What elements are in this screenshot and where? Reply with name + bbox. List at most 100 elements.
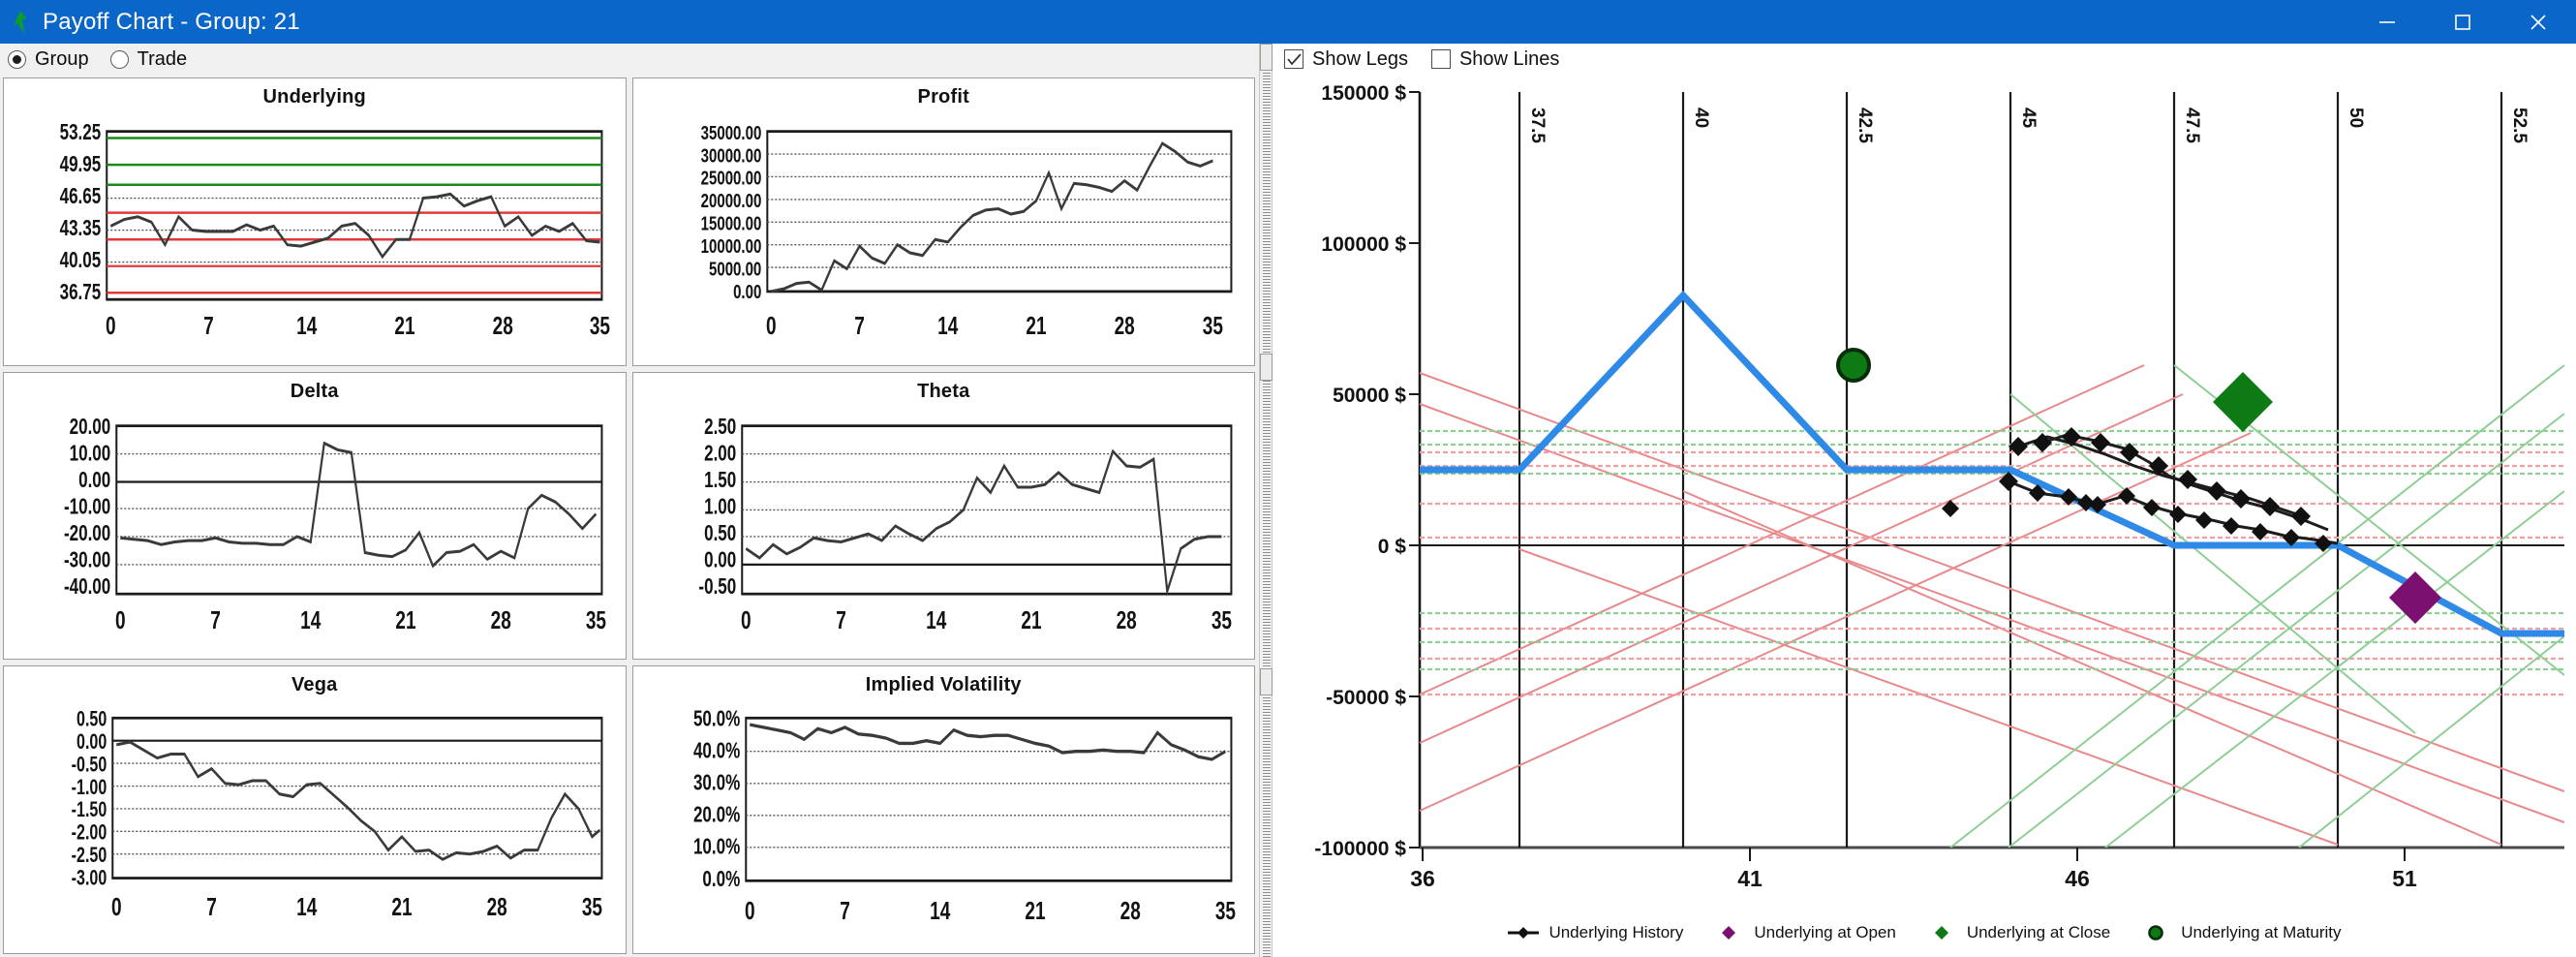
splitter-grip[interactable] (1263, 44, 1271, 957)
line-with-diamond-icon (1507, 923, 1540, 942)
pane-splitter[interactable] (1259, 44, 1273, 957)
svg-text:-30.00: -30.00 (64, 547, 110, 572)
svg-text:14: 14 (926, 605, 946, 634)
svg-text:-40.00: -40.00 (64, 573, 110, 599)
checkbox-show-lines[interactable]: Show Lines (1430, 47, 1560, 71)
panel-underlying-plot: 53.25 49.95 46.65 43.35 40.05 36.75 0 7 … (4, 111, 626, 365)
minimize-button[interactable] (2349, 0, 2425, 44)
svg-text:0: 0 (106, 311, 116, 340)
svg-text:10.00: 10.00 (70, 441, 111, 466)
show-legs-checkbox-box[interactable] (1284, 49, 1303, 69)
svg-text:35: 35 (1214, 897, 1235, 926)
svg-text:7: 7 (840, 897, 850, 926)
radio-trade-indicator[interactable] (109, 49, 129, 69)
svg-text:7: 7 (203, 311, 214, 340)
payoff-pane: Show Legs Show Lines 150000 $ 100000 $ 5… (1273, 44, 2576, 957)
panel-profit-plot: 35000.00 30000.00 25000.00 20000.00 15000.0… (633, 111, 1255, 365)
legend-label-underlying-at-maturity: Underlying at Maturity (2181, 923, 2342, 942)
svg-text:46: 46 (2065, 866, 2090, 891)
panel-delta-title: Delta (290, 380, 339, 402)
radio-group-indicator[interactable] (8, 49, 26, 69)
svg-text:7: 7 (206, 892, 217, 921)
svg-text:25000.00: 25000.00 (700, 167, 761, 189)
radio-trade-label: Trade (137, 47, 188, 70)
window-controls (2349, 0, 2576, 44)
panel-vega: Vega 0.50 0.00 -0.50 -1.00 -1.50 -2.00 -2.50… (3, 665, 627, 954)
svg-text:28: 28 (493, 311, 513, 340)
close-button[interactable] (2500, 0, 2576, 44)
panel-profit: Profit 35000.00 30000.00 25000.00 20000.00… (631, 77, 1255, 366)
show-lines-checkbox-box[interactable] (1430, 49, 1451, 69)
window-title: Payoff Chart - Group: 21 (43, 8, 300, 35)
checkbox-show-legs[interactable]: Show Legs (1284, 48, 1408, 71)
panel-implied-volatility-title: Implied Volatility (865, 674, 1022, 696)
svg-text:5000.00: 5000.00 (709, 258, 761, 280)
svg-text:50: 50 (2346, 108, 2366, 128)
svg-text:28: 28 (487, 892, 507, 921)
svg-text:21: 21 (1021, 605, 1041, 634)
svg-text:35: 35 (1202, 311, 1222, 340)
svg-text:15000.00: 15000.00 (700, 212, 761, 234)
svg-text:150000 $: 150000 $ (1321, 82, 1406, 105)
svg-text:30.0%: 30.0% (692, 770, 739, 795)
svg-text:100000 $: 100000 $ (1321, 233, 1406, 256)
svg-text:36.75: 36.75 (60, 280, 102, 305)
svg-text:28: 28 (1119, 897, 1140, 926)
circle-icon (2139, 923, 2172, 942)
panel-delta-plot: 20.00 10.00 0.00 -10.00 -20.00 -30.00 -40.00… (4, 406, 626, 660)
svg-text:0.00: 0.00 (704, 547, 736, 572)
show-lines-label: Show Lines (1458, 47, 1560, 70)
svg-text:21: 21 (1025, 897, 1045, 926)
radio-trade[interactable]: Trade (109, 47, 188, 71)
svg-text:20.0%: 20.0% (692, 802, 739, 827)
svg-text:7: 7 (210, 605, 221, 634)
svg-text:53.25: 53.25 (60, 119, 102, 144)
splitter-tab-bottom[interactable] (1260, 668, 1273, 695)
svg-text:0 $: 0 $ (1378, 536, 1407, 558)
svg-text:-10.00: -10.00 (64, 494, 110, 519)
panel-implied-volatility-plot: 50.0% 40.0% 30.0% 20.0% 10.0% 0.0% 0 7 14 21 28… (633, 699, 1255, 953)
svg-text:28: 28 (491, 605, 511, 634)
panel-theta: Theta 2.50 2.00 1.50 1.00 0.50 0.00 -0.50 (631, 371, 1255, 661)
maximize-button[interactable] (2425, 0, 2500, 44)
payoff-legend: Underlying History Underlying at Open Un… (1273, 916, 2576, 949)
svg-text:35: 35 (582, 892, 602, 921)
radio-group[interactable]: Group (8, 48, 89, 71)
svg-text:14: 14 (937, 311, 958, 340)
marker-underlying-at-close (2213, 372, 2273, 432)
svg-text:52.5: 52.5 (2509, 108, 2530, 143)
svg-text:20.00: 20.00 (70, 414, 111, 439)
svg-text:51: 51 (2392, 866, 2417, 891)
panel-profit-title: Profit (917, 86, 969, 108)
svg-text:21: 21 (394, 311, 414, 340)
panel-theta-plot: 2.50 2.00 1.50 1.00 0.50 0.00 -0.50 0 7 14 21 2… (633, 406, 1255, 660)
splitter-tab-top[interactable] (1260, 44, 1273, 71)
svg-text:21: 21 (391, 892, 412, 921)
svg-text:0.00: 0.00 (78, 467, 110, 492)
svg-text:47.5: 47.5 (2182, 108, 2202, 143)
payoff-plot[interactable]: 150000 $ 100000 $ 50000 $ 0 $ -50000 $ -… (1273, 75, 2576, 922)
show-legs-label: Show Legs (1312, 47, 1408, 70)
svg-text:21: 21 (395, 605, 415, 634)
svg-text:21: 21 (1026, 311, 1046, 340)
svg-text:50.0%: 50.0% (692, 706, 739, 731)
legend-item-underlying-at-open: Underlying at Open (1712, 923, 1896, 942)
svg-text:0: 0 (111, 892, 122, 921)
greeks-panel-grid: Underlying 53.25 49.95 46.65 43.35 40.05 36.… (0, 75, 1259, 957)
panel-underlying: Underlying 53.25 49.95 46.65 43.35 40.05 36.… (3, 77, 627, 366)
svg-text:0: 0 (766, 311, 777, 340)
svg-text:1.50: 1.50 (704, 467, 736, 492)
svg-text:30000.00: 30000.00 (700, 144, 761, 167)
panel-delta: Delta 20.00 10.00 0.00 -10.00 -20.00 -30.00 … (3, 371, 627, 661)
svg-text:45: 45 (2018, 108, 2039, 129)
mode-toolstrip: Group Trade (0, 44, 1259, 75)
marker-underlying-at-maturity (1836, 348, 1871, 383)
splitter-tab-mid[interactable] (1260, 354, 1273, 381)
payoff-options-toolbar: Show Legs Show Lines (1273, 44, 2576, 75)
svg-text:0.50: 0.50 (704, 520, 736, 545)
svg-text:0.00: 0.00 (733, 281, 761, 303)
svg-text:7: 7 (854, 311, 865, 340)
title-bar[interactable]: Payoff Chart - Group: 21 (0, 0, 2576, 44)
svg-text:-50000 $: -50000 $ (1326, 687, 1406, 709)
svg-text:14: 14 (296, 892, 317, 921)
